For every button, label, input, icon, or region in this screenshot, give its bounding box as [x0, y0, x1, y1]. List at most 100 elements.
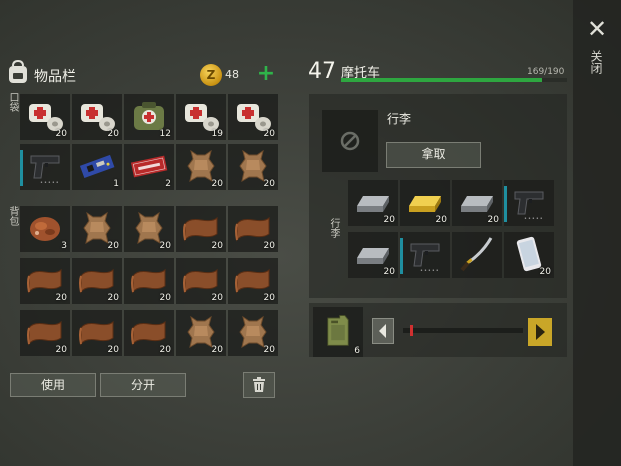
durability-bar	[20, 150, 23, 186]
backpack-icon	[9, 60, 27, 83]
item-count: 20	[263, 129, 275, 139]
item-slot[interactable]: •••••	[400, 232, 450, 278]
item-slot[interactable]: 20	[20, 94, 70, 140]
pistol-icon	[509, 184, 549, 220]
item-slot[interactable]: 2	[124, 144, 174, 190]
item-slot[interactable]: 20	[72, 258, 122, 304]
item-slot[interactable]: 20	[20, 258, 70, 304]
item-slot[interactable]: 20	[228, 206, 278, 252]
item-count: 20	[211, 293, 223, 303]
item-slot[interactable]: •••••	[20, 144, 70, 190]
empty-equip-slot[interactable]	[322, 110, 378, 172]
item-slot[interactable]: 20	[124, 310, 174, 356]
item-slot[interactable]: 20	[176, 206, 226, 252]
item-count: 20	[55, 129, 67, 139]
inventory-title: 物品栏	[34, 69, 76, 85]
pistol-icon	[405, 236, 445, 272]
item-slot[interactable]: 20	[176, 144, 226, 190]
item-slot[interactable]: •••••	[504, 180, 554, 226]
blocked-icon	[340, 131, 360, 151]
coin-icon: Z	[200, 64, 222, 86]
item-count: 20	[55, 345, 67, 355]
arrow-right-icon	[536, 324, 545, 340]
vehicle-durability-fill	[341, 78, 542, 82]
item-count: 1	[113, 179, 119, 189]
item-slot[interactable]: 20	[20, 310, 70, 356]
item-slot[interactable]: 20	[228, 144, 278, 190]
use-button[interactable]: 使用	[10, 373, 96, 397]
item-slot[interactable]	[452, 232, 502, 278]
backpack-label: 背包	[7, 206, 18, 226]
item-count: 20	[107, 241, 119, 251]
pistol-icon	[25, 148, 65, 184]
item-slot[interactable]: 20	[452, 180, 502, 226]
item-count: 20	[435, 215, 447, 225]
item-count: 2	[165, 179, 171, 189]
item-count: 20	[159, 241, 171, 251]
item-slot[interactable]: 20	[176, 310, 226, 356]
close-icon[interactable]: ✕	[586, 17, 608, 41]
vehicle-level: 47	[308, 59, 336, 84]
fuel-slider-track[interactable]	[403, 328, 523, 333]
game-inventory-screen: { "close_label": "关闭", "inventory": { "t…	[0, 0, 621, 466]
take-button[interactable]: 拿取	[386, 142, 481, 168]
katana-icon	[457, 236, 497, 272]
trash-button[interactable]	[243, 372, 275, 398]
item-count: 20	[107, 293, 119, 303]
item-count: 20	[211, 241, 223, 251]
item-slot[interactable]: 20	[228, 94, 278, 140]
item-slot[interactable]: 20	[504, 232, 554, 278]
item-slot[interactable]: 20	[400, 180, 450, 226]
item-slot[interactable]: 20	[124, 206, 174, 252]
fuel-canister-icon	[327, 315, 349, 346]
item-count: 20	[55, 293, 67, 303]
item-count: 20	[383, 215, 395, 225]
item-slot[interactable]: 3	[20, 206, 70, 252]
item-slot[interactable]: 20	[348, 180, 398, 226]
item-count: 3	[61, 241, 67, 251]
item-slot[interactable]: 19	[176, 94, 226, 140]
item-count: 20	[263, 179, 275, 189]
arrow-left-icon	[379, 324, 386, 338]
item-slot[interactable]: 12	[124, 94, 174, 140]
item-count: 20	[383, 267, 395, 277]
item-slot[interactable]: 1	[72, 144, 122, 190]
item-count: 20	[211, 345, 223, 355]
item-slot[interactable]: 20	[228, 258, 278, 304]
circuit-board-icon	[77, 148, 117, 184]
item-count: 20	[487, 215, 499, 225]
split-button[interactable]: 分开	[100, 373, 186, 397]
item-slot[interactable]: 20	[72, 310, 122, 356]
coin-count: 48	[225, 68, 239, 81]
item-slot[interactable]: 20	[72, 206, 122, 252]
item-slot[interactable]: 20	[176, 258, 226, 304]
durability-bar	[400, 238, 403, 274]
item-slot[interactable]: 20	[124, 258, 174, 304]
pocket-label: 口袋	[7, 92, 18, 112]
item-count: 20	[159, 345, 171, 355]
close-label[interactable]: 关闭	[589, 50, 603, 74]
item-count: 20	[159, 293, 171, 303]
vehicle-durability-text: 169/190	[527, 67, 565, 77]
item-count: 20	[263, 241, 275, 251]
item-count: 12	[159, 129, 171, 139]
item-slot[interactable]: 20	[348, 232, 398, 278]
item-count: 20	[211, 179, 223, 189]
raw-meat-icon	[25, 210, 65, 246]
fuel-count: 6	[354, 346, 360, 356]
fuel-slider-handle[interactable]	[410, 325, 413, 336]
item-count: 20	[539, 267, 551, 277]
trunk-side-label: 行李	[328, 218, 339, 238]
durability-bar	[504, 186, 507, 222]
item-slot[interactable]: 20	[72, 94, 122, 140]
trunk-title: 行李	[387, 112, 412, 126]
previous-button[interactable]	[372, 318, 394, 344]
item-count: 19	[211, 129, 223, 139]
next-button[interactable]	[528, 318, 552, 346]
item-slot[interactable]: 20	[228, 310, 278, 356]
item-count: 20	[263, 293, 275, 303]
add-coins-button[interactable]: +	[256, 63, 276, 85]
item-count: 20	[263, 345, 275, 355]
fuel-slot[interactable]: 6	[313, 307, 363, 357]
item-count: 20	[107, 345, 119, 355]
